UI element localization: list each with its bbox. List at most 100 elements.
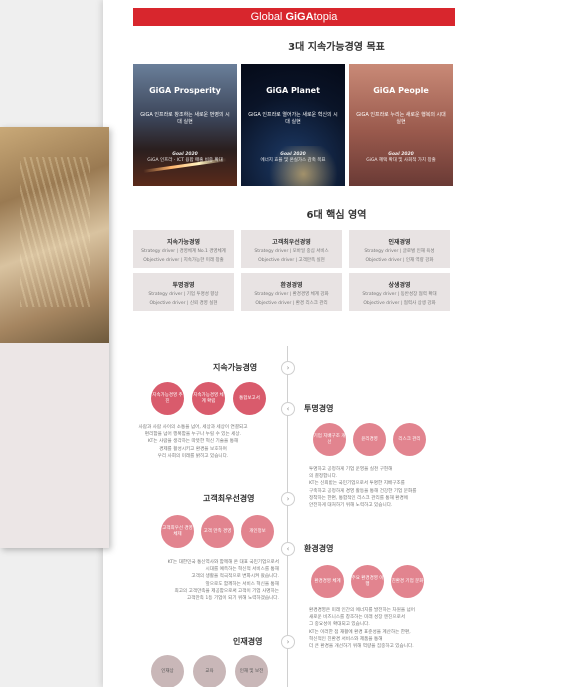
para-line: 고객의 생활을 적극적으로 변화시켜 왔습니다. [191, 574, 279, 580]
chevron-right-icon[interactable]: › [281, 635, 295, 649]
report-page: Global GiGAtopia 3대 지속가능경영 목표 GiGA Prosp… [103, 0, 568, 687]
topic-circle: 주요 환경경영 이행 [351, 565, 384, 598]
para-line: KT는 이러한 점 재활에 환경 표준성을 계산하는 한편, [309, 629, 411, 635]
goal-card-subtitle: GiGA 인프라로 창조하는 새로운 번영의 시대 실현 [140, 112, 230, 125]
goal-card-title: GiGA People [373, 86, 429, 95]
goal-card-title: GiGA Planet [266, 86, 320, 95]
goal-text: 에너지 효율 및 온실가스 감축 목표 [260, 158, 326, 163]
area-title: 투명경영 [172, 282, 195, 289]
para-line: KT는 대한민국 통신역사와 함께해 온 대표 국민기업으로서 [167, 560, 279, 565]
area-box: 투명경영 Strategy driver | 기업 투명성 향상 Objective… [133, 273, 234, 311]
area-line: Objective driver | 고객만족 실현 [258, 258, 325, 263]
chevron-left-icon[interactable]: ‹ [281, 542, 295, 556]
timeline-title: 환경경영 [304, 544, 334, 553]
para-line: 앞으로도 함께하는 서비스 혁신을 통해 [205, 581, 279, 587]
para-line: 최고의 고객만족을 제공함으로써 고객이 기업 사명하는 [174, 588, 279, 594]
area-line: Strategy driver | 모바일 중심 서비스 [254, 249, 329, 254]
topic-circle: 윤리경영 [353, 423, 386, 456]
para-line: 의 결정합니다. [309, 474, 338, 480]
para-line: 그 중요성이 확대되고 있습니다. [309, 622, 370, 628]
timeline-paragraph: 사람과 사람 사이의 소통을 넘어, 세상과 세상이 연결되고편리함을 넘어 행… [107, 424, 279, 460]
topic-circle: 기업 지배구조 개선 [313, 423, 346, 456]
goal-card-people: GiGA People GiGA 인프라로 누리는 새로운 행복의 시대 실현 … [349, 64, 453, 186]
topic-circle: 환경경영 체계 [311, 565, 344, 598]
brand-giga: GiGA [285, 11, 314, 23]
timeline-paragraph: KT는 대한민국 통신역사와 함께해 온 대표 국민기업으로서 시대를 예측하는 … [107, 559, 279, 602]
topic-circle: 고객최우선 경영체제 [161, 515, 194, 548]
area-line: Strategy driver | 기업 투명성 향상 [148, 292, 219, 297]
area-box: 상생경영 Strategy driver | 동반성장 협력 확대 Objectiv… [349, 273, 450, 311]
photo-texture [20, 157, 90, 307]
para-line: 투명하고 공정하게 기업 운영을 실천 구현해 [309, 467, 393, 472]
timeline-paragraph: 투명하고 공정하게 기업 운영을 실천 구현해의 결정합니다. KT는 신뢰받는 … [309, 466, 509, 509]
topic-circle: 친환경 기업 문화 [391, 565, 424, 598]
area-line: Objective driver | 신뢰 경영 실현 [149, 301, 218, 306]
timeline-title: 지속가능경영 [213, 363, 258, 372]
para-line: 정착하는 한편, 통합적인 리스크 관리를 통해 환경에 [309, 495, 408, 501]
overlay-panel-blank [0, 343, 109, 548]
chevron-right-icon[interactable]: › [281, 361, 295, 375]
chevron-right-icon[interactable]: › [281, 492, 295, 506]
goal-card-subtitle: GiGA 인프라로 누리는 새로운 행복의 시대 실현 [356, 112, 446, 125]
goal-text: GiGA 인프라 · ICT 융합 매출 비중 확대 [147, 158, 223, 163]
area-box: 인재경영 Strategy driver | 글로벌 인재 육성 Objective… [349, 230, 450, 268]
goal-card-prosperity: GiGA Prosperity GiGA 인프라로 창조하는 새로운 번영의 시… [133, 64, 237, 186]
para-line: KT는 신뢰받는 국민기업으로서 투명한 지배구조를 [309, 481, 405, 487]
goal-text: GiGA 혜택 확대 및 사회적 가치 창출 [366, 158, 436, 163]
goals-title: 3대 지속가능경영 목표 [288, 42, 385, 53]
para-line: 더 큰 환경을 개선하기 위해 역량을 집중하고 있습니다. [309, 644, 414, 650]
area-line: Objective driver | 지속가능한 미래 창출 [143, 258, 224, 263]
para-line: 혁신적인 친환경 서비스와 제품을 통해 [309, 636, 383, 642]
topic-circle: 인재 및 보전 [235, 655, 268, 687]
goal-card-goal: Goal 2020 GiGA 혜택 확대 및 사회적 가치 창출 [353, 152, 449, 164]
goal-card-planet: GiGA Planet GiGA 인프라로 열어가는 새로운 혁신의 시대 실현… [241, 64, 345, 186]
para-line: 사람과 사람 사이의 소통을 넘어, 세상과 세상이 연결되고 [138, 425, 248, 430]
wheat-field-photo [0, 127, 109, 343]
area-title: 지속가능경영 [166, 239, 201, 246]
para-line: 경제를 활성시키고 환경을 보호하며 [159, 446, 227, 452]
chevron-left-icon[interactable]: ‹ [281, 402, 295, 416]
goal-card-subtitle: GiGA 인프라로 열어가는 새로운 혁신의 시대 실현 [248, 112, 338, 125]
topic-circle: 인재상 [151, 655, 184, 687]
topic-circle: 지속가능경영 추진 [151, 382, 184, 415]
topic-circle: 개인정보 [241, 515, 274, 548]
timeline-title: 고객최우선경영 [203, 494, 255, 503]
goal-card-goal: Goal 2020 에너지 효율 및 온실가스 감축 목표 [245, 152, 341, 164]
timeline-paragraph: 환경경영은 미래 인간의 에너지를 발전하는 차원을 넘어새로운 비즈니스를 창… [309, 607, 509, 650]
area-title: 환경경영 [280, 282, 303, 289]
area-line: Objective driver | 인재 역량 강화 [365, 258, 434, 263]
area-line: Objective driver | 협력사 상생 강화 [363, 301, 436, 306]
para-line: 편리함을 넘어 행복함을 누구나 누릴 수 있는 세상. [144, 432, 242, 438]
area-line: Strategy driver | 경영체계 No.1 경영체계 [141, 249, 226, 254]
para-line: 환경경영은 미래 인간의 에너지를 발전하는 차원을 넘어 [309, 608, 415, 613]
area-box: 지속가능경영 Strategy driver | 경영체계 No.1 경영체계 Ob… [133, 230, 234, 268]
para-line: 우리 사회의 미래를 밝히고 있습니다. [157, 453, 229, 459]
para-line: 새로운 비즈니스를 창조하는 미래 성장 엔진으로서 [309, 615, 406, 621]
area-line: Strategy driver | 글로벌 인재 육성 [364, 249, 435, 254]
para-line: 고객만족 1등 기업이 되기 위해 노력하겠습니다. [187, 596, 279, 602]
area-title: 인재경영 [388, 239, 411, 246]
para-line: 구축하고 공정하게 경영 활동을 통해 건강한 기업 문화를 [309, 488, 417, 494]
area-box: 환경경영 Strategy driver | 환경경영 체계 강화 Objectiv… [241, 273, 342, 311]
topic-circle: 고객 만족 경영 [201, 515, 234, 548]
topic-circle: 리스크 관리 [393, 423, 426, 456]
brand-suffix: topia [313, 11, 338, 23]
overlay-photo-panel [0, 127, 109, 548]
para-line: 안전하게 대처하기 위해 노력하고 있습니다. [309, 503, 393, 509]
para-line: KT는 사람을 생각하는 따뜻한 혁신 기술을 통해 [147, 439, 239, 445]
topic-circle: 교육 [193, 655, 226, 687]
topic-circle: 지속가능경영 체계 확립 [192, 382, 225, 415]
area-title: 고객최우선경영 [272, 239, 311, 246]
areas-title: 6대 핵심 영역 [306, 210, 367, 221]
topic-circle: 통합보고서 [233, 382, 266, 415]
area-line: Objective driver | 환경 리스크 관리 [255, 301, 328, 306]
timeline-title: 인재경영 [233, 637, 263, 646]
area-title: 상생경영 [388, 282, 411, 289]
timeline-title: 투명경영 [304, 404, 334, 413]
goal-card-goal: Goal 2020 GiGA 인프라 · ICT 융합 매출 비중 확대 [137, 152, 233, 164]
brand-prefix: Global [250, 11, 286, 23]
area-line: Strategy driver | 동반성장 협력 확대 [362, 292, 437, 297]
brand-banner: Global GiGAtopia [133, 8, 455, 26]
goal-card-title: GiGA Prosperity [149, 86, 221, 95]
area-box: 고객최우선경영 Strategy driver | 모바일 중심 서비스 Objec… [241, 230, 342, 268]
